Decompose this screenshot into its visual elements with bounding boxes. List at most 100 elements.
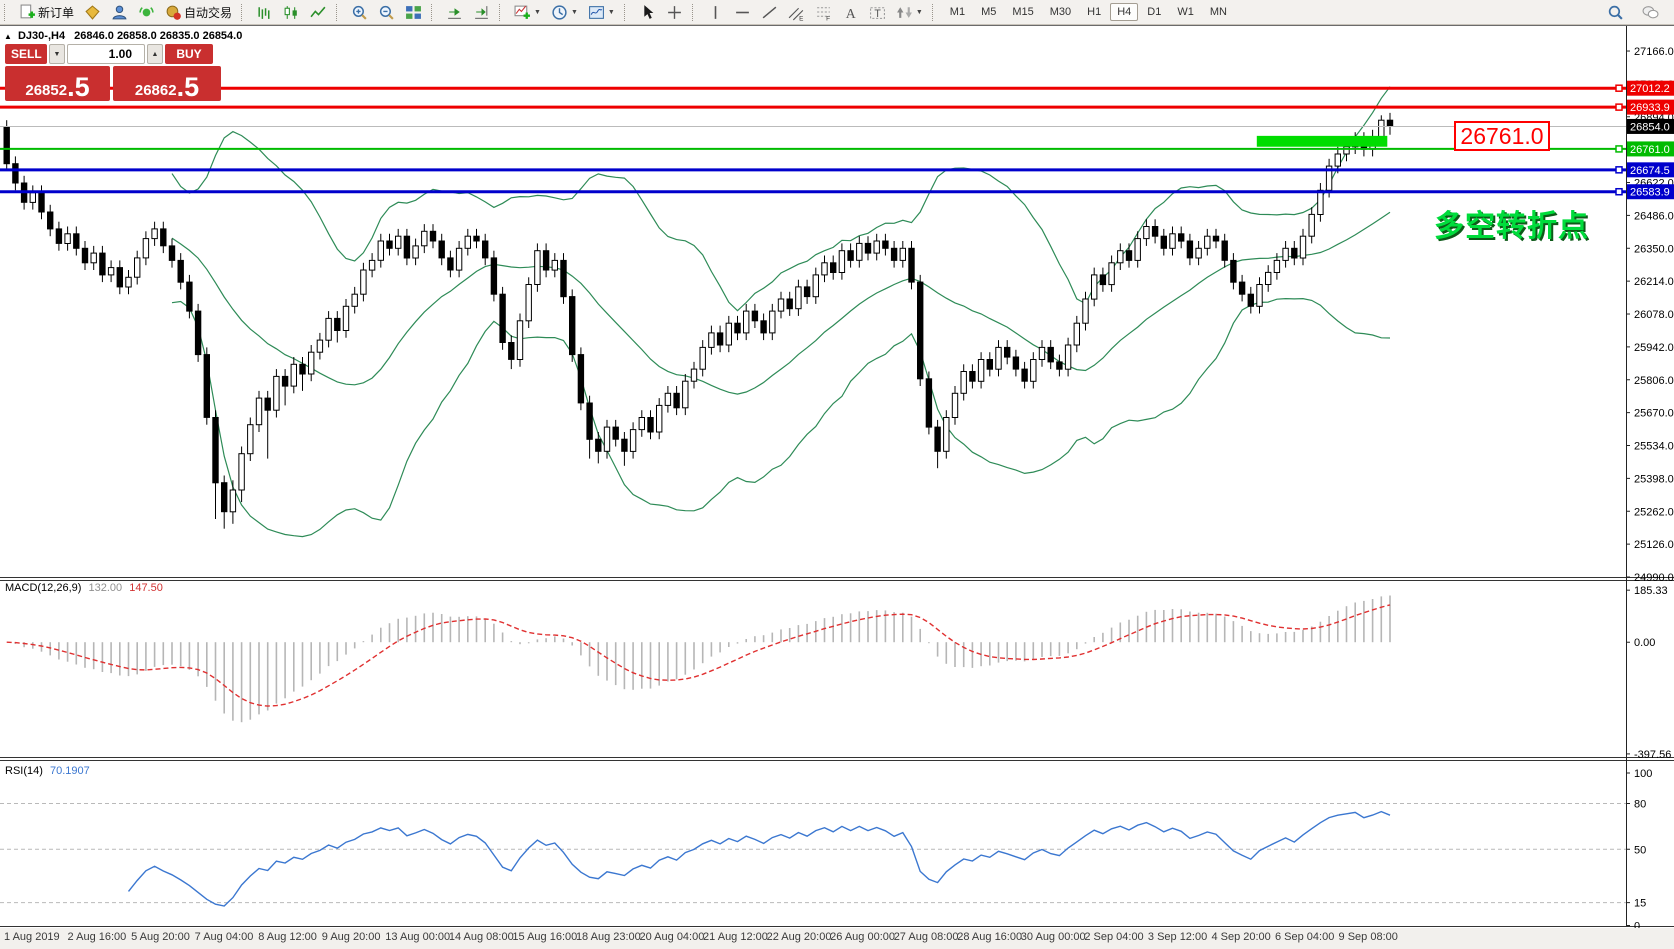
time-axis[interactable]: 1 Aug 20192 Aug 16:005 Aug 20:007 Aug 04…: [0, 928, 1674, 949]
chart-ohlc-header: ▲ DJ30-,H4 26846.0 26858.0 26835.0 26854…: [4, 30, 242, 42]
toolbar-profile-button[interactable]: [107, 2, 132, 23]
price-tick-label: 27166.0: [1634, 46, 1674, 58]
crosshair-icon: [666, 4, 683, 21]
rsi-tick-label: 80: [1634, 799, 1646, 811]
toolbar-search-button[interactable]: [1603, 2, 1628, 23]
pivot-note-text[interactable]: 多空转折点: [1434, 201, 1589, 245]
sell-price-panel[interactable]: 26852 .5: [5, 66, 110, 101]
time-axis-label: 2 Sep 04:00: [1084, 931, 1143, 943]
line-anchor-square[interactable]: [1616, 146, 1622, 152]
volume-input[interactable]: [67, 44, 145, 64]
sell-price-frac: .5: [67, 75, 90, 99]
toolbar-fibonacci-button[interactable]: F: [811, 2, 836, 23]
toolbar-trend-line-button[interactable]: [757, 2, 782, 23]
macd-tick-label: 185.33: [1634, 585, 1668, 597]
volume-increase-button[interactable]: ▲: [147, 44, 163, 64]
line-anchor-square[interactable]: [1616, 85, 1622, 91]
timeframe-MN-button[interactable]: MN: [1203, 3, 1234, 21]
toolbar-tile-windows-button[interactable]: [401, 2, 426, 23]
toolbar-horizontal-line-button[interactable]: [730, 2, 755, 23]
price-tick-label: 25126.0: [1634, 539, 1674, 551]
time-axis-label: 20 Aug 04:00: [640, 931, 705, 943]
zoom-in-icon: [351, 4, 368, 21]
toolbar-grip: [692, 4, 697, 21]
toolbar-grip: [932, 4, 937, 21]
toolbar-grip: [4, 4, 9, 21]
toolbar-chart-shift-button[interactable]: [469, 2, 494, 23]
toolbar-line-chart-button[interactable]: [306, 2, 331, 23]
text-label-icon: T: [869, 4, 886, 21]
highlight-rectangle[interactable]: [1257, 136, 1388, 147]
toolbar-templates-button[interactable]: ▼: [584, 2, 619, 23]
toolbar-channel-button[interactable]: E: [784, 2, 809, 23]
svg-text:T: T: [874, 7, 881, 19]
rsi-tick-label: 50: [1634, 844, 1646, 856]
price-tick-label: 25534.0: [1634, 441, 1674, 453]
templates-icon: [588, 4, 605, 21]
toolbar-autotrade-button[interactable]: 自动交易: [161, 2, 236, 23]
macd-signal-value: 147.50: [129, 582, 163, 594]
time-axis-label: 21 Aug 12:00: [703, 931, 768, 943]
chevron-down-icon[interactable]: ▼: [916, 9, 923, 16]
price-tick-label: 26350.0: [1634, 243, 1674, 255]
time-axis-label: 18 Aug 23:00: [576, 931, 641, 943]
sell-button[interactable]: SELL: [5, 44, 47, 64]
timeframe-W1-button[interactable]: W1: [1170, 3, 1201, 21]
time-axis-label: 1 Aug 2019: [4, 931, 60, 943]
timeframe-H1-button[interactable]: H1: [1080, 3, 1108, 21]
price-tick-label: 26486.0: [1634, 210, 1674, 222]
toolbar-marketwatch-button[interactable]: [80, 2, 105, 23]
timeframe-M30-button[interactable]: M30: [1043, 3, 1078, 21]
chevron-down-icon[interactable]: ▼: [534, 9, 541, 16]
buy-button[interactable]: BUY: [165, 44, 213, 64]
volume-decrease-button[interactable]: ▼: [49, 44, 65, 64]
indicators-icon: [514, 4, 531, 21]
timeframe-D1-button[interactable]: D1: [1140, 3, 1168, 21]
timeframe-M5-button[interactable]: M5: [974, 3, 1003, 21]
toolbar-crosshair-button[interactable]: [662, 2, 687, 23]
line-anchor-square[interactable]: [1616, 167, 1622, 173]
toolbar-vertical-line-button[interactable]: [703, 2, 728, 23]
price-callout-box[interactable]: 26761.0: [1454, 121, 1550, 151]
toolbar-bar-chart-button[interactable]: [252, 2, 277, 23]
timeframe-M15-button[interactable]: M15: [1005, 3, 1040, 21]
auto-scroll-icon: [446, 4, 463, 21]
time-axis-label: 4 Sep 20:00: [1211, 931, 1270, 943]
rsi-indicator-label: RSI(14) 70.1907: [5, 765, 90, 777]
line-anchor-square[interactable]: [1616, 104, 1622, 110]
toolbar-zoom-in-button[interactable]: [347, 2, 372, 23]
price-tick-label: 24990.0: [1634, 572, 1674, 584]
price-tick-label: 26078.0: [1634, 309, 1674, 321]
zoom-out-icon: [378, 4, 395, 21]
toolbar-candle-chart-button[interactable]: [279, 2, 304, 23]
toolbar-signal-button[interactable]: [134, 2, 159, 23]
price-badge-label: 27012.2: [1630, 83, 1670, 95]
search-icon: [1607, 4, 1624, 21]
time-axis-label: 5 Aug 20:00: [131, 931, 190, 943]
toolbar-arrows-button[interactable]: ▼: [892, 2, 927, 23]
toolbar-new-order-button[interactable]: 新订单: [15, 2, 78, 23]
chart-canvas[interactable]: 27166.027030.026894.026758.026622.026486…: [0, 0, 1674, 949]
toolbar-chat-button[interactable]: [1638, 2, 1663, 23]
time-axis-label: 26 Aug 00:00: [830, 931, 895, 943]
timeframe-H4-button[interactable]: H4: [1110, 3, 1138, 21]
price-badge-label: 26583.9: [1630, 187, 1670, 199]
toolbar-periods-button[interactable]: ▼: [547, 2, 582, 23]
toolbar-right-icons: [1602, 2, 1674, 23]
toolbar-zoom-out-button[interactable]: [374, 2, 399, 23]
buy-price-main: 26862: [135, 82, 177, 99]
time-axis-label: 9 Sep 08:00: [1339, 931, 1398, 943]
toolbar-indicators-button[interactable]: ▼: [510, 2, 545, 23]
price-tick-label: 25670.0: [1634, 408, 1674, 420]
timeframe-M1-button[interactable]: M1: [943, 3, 972, 21]
chevron-down-icon[interactable]: ▼: [608, 9, 615, 16]
svg-text:F: F: [826, 15, 830, 21]
chevron-down-icon[interactable]: ▼: [571, 9, 578, 16]
line-anchor-square[interactable]: [1616, 189, 1622, 195]
toolbar-auto-scroll-button[interactable]: [442, 2, 467, 23]
collapse-trade-panel-icon[interactable]: ▲: [4, 32, 12, 41]
toolbar-cursor-button[interactable]: [635, 2, 660, 23]
toolbar-text-label-button[interactable]: T: [865, 2, 890, 23]
toolbar-text-button[interactable]: A: [838, 2, 863, 23]
buy-price-panel[interactable]: 26862 .5: [113, 66, 221, 101]
